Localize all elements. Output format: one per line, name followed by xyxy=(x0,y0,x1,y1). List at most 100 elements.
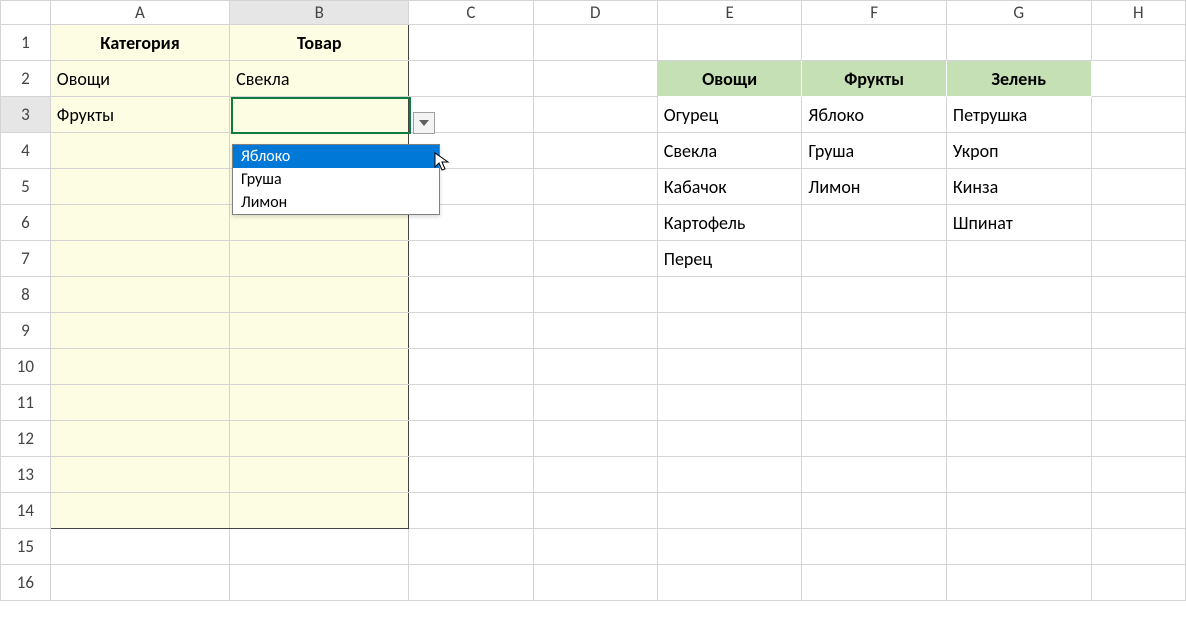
cell-H9[interactable] xyxy=(1091,313,1186,349)
cell-G6[interactable]: Шпинат xyxy=(946,205,1091,241)
cell-H14[interactable] xyxy=(1091,493,1186,529)
cell-A4[interactable] xyxy=(50,133,229,169)
select-all-corner[interactable] xyxy=(1,1,51,25)
cell-A6[interactable] xyxy=(50,205,229,241)
cell-G11[interactable] xyxy=(946,385,1091,421)
row-header-7[interactable]: 7 xyxy=(1,241,51,277)
cell-D8[interactable] xyxy=(533,277,657,313)
column-header-F[interactable]: F xyxy=(802,1,946,25)
row-header-14[interactable]: 14 xyxy=(1,493,51,529)
cell-A15[interactable] xyxy=(50,529,229,565)
cell-E15[interactable] xyxy=(657,529,802,565)
column-header-A[interactable]: A xyxy=(50,1,229,25)
cell-A10[interactable] xyxy=(50,349,229,385)
cell-C1[interactable] xyxy=(409,25,533,61)
cell-F13[interactable] xyxy=(802,457,946,493)
cell-E8[interactable] xyxy=(657,277,802,313)
cell-G16[interactable] xyxy=(946,565,1091,601)
cell-A7[interactable] xyxy=(50,241,229,277)
row-header-11[interactable]: 11 xyxy=(1,385,51,421)
column-header-H[interactable]: H xyxy=(1091,1,1186,25)
cell-D11[interactable] xyxy=(533,385,657,421)
cell-E9[interactable] xyxy=(657,313,802,349)
cell-G9[interactable] xyxy=(946,313,1091,349)
cell-D4[interactable] xyxy=(533,133,657,169)
cell-H6[interactable] xyxy=(1091,205,1186,241)
cell-F8[interactable] xyxy=(802,277,946,313)
cell-E3[interactable]: Огурец xyxy=(657,97,802,133)
column-header-E[interactable]: E xyxy=(657,1,802,25)
cell-A3[interactable]: Фрукты xyxy=(50,97,229,133)
row-header-6[interactable]: 6 xyxy=(1,205,51,241)
cell-D15[interactable] xyxy=(533,529,657,565)
cell-B15[interactable] xyxy=(230,529,409,565)
cell-B16[interactable] xyxy=(230,565,409,601)
cell-D3[interactable] xyxy=(533,97,657,133)
cell-E11[interactable] xyxy=(657,385,802,421)
cell-B12[interactable] xyxy=(230,421,409,457)
cell-D14[interactable] xyxy=(533,493,657,529)
column-header-D[interactable]: D xyxy=(533,1,657,25)
cell-C11[interactable] xyxy=(409,385,533,421)
cell-H12[interactable] xyxy=(1091,421,1186,457)
cell-E14[interactable] xyxy=(657,493,802,529)
cell-E12[interactable] xyxy=(657,421,802,457)
cell-C9[interactable] xyxy=(409,313,533,349)
row-header-2[interactable]: 2 xyxy=(1,61,51,97)
cell-D12[interactable] xyxy=(533,421,657,457)
column-header-B[interactable]: B xyxy=(230,1,409,25)
cell-A1[interactable]: Категория xyxy=(50,25,229,61)
row-header-15[interactable]: 15 xyxy=(1,529,51,565)
cell-C16[interactable] xyxy=(409,565,533,601)
cell-G12[interactable] xyxy=(946,421,1091,457)
cell-H1[interactable] xyxy=(1091,25,1186,61)
cell-D16[interactable] xyxy=(533,565,657,601)
cell-F15[interactable] xyxy=(802,529,946,565)
cell-F14[interactable] xyxy=(802,493,946,529)
cell-H13[interactable] xyxy=(1091,457,1186,493)
cell-A5[interactable] xyxy=(50,169,229,205)
cell-F9[interactable] xyxy=(802,313,946,349)
cell-H3[interactable] xyxy=(1091,97,1186,133)
cell-C13[interactable] xyxy=(409,457,533,493)
cell-C8[interactable] xyxy=(409,277,533,313)
cell-D10[interactable] xyxy=(533,349,657,385)
cell-B11[interactable] xyxy=(230,385,409,421)
dropdown-option[interactable]: Груша xyxy=(233,168,439,191)
cell-G10[interactable] xyxy=(946,349,1091,385)
cell-C15[interactable] xyxy=(409,529,533,565)
cell-H8[interactable] xyxy=(1091,277,1186,313)
cell-E1[interactable] xyxy=(657,25,802,61)
data-validation-dropdown-list[interactable]: ЯблокоГрушаЛимон xyxy=(232,144,440,215)
cell-H11[interactable] xyxy=(1091,385,1186,421)
cell-E5[interactable]: Кабачок xyxy=(657,169,802,205)
cell-E4[interactable]: Свекла xyxy=(657,133,802,169)
row-header-4[interactable]: 4 xyxy=(1,133,51,169)
cell-A8[interactable] xyxy=(50,277,229,313)
cell-D5[interactable] xyxy=(533,169,657,205)
cell-F5[interactable]: Лимон xyxy=(802,169,946,205)
cell-A14[interactable] xyxy=(50,493,229,529)
cell-F12[interactable] xyxy=(802,421,946,457)
cell-E6[interactable]: Картофель xyxy=(657,205,802,241)
cell-A11[interactable] xyxy=(50,385,229,421)
cell-F16[interactable] xyxy=(802,565,946,601)
row-header-10[interactable]: 10 xyxy=(1,349,51,385)
row-header-16[interactable]: 16 xyxy=(1,565,51,601)
cell-B14[interactable] xyxy=(230,493,409,529)
cell-C14[interactable] xyxy=(409,493,533,529)
cell-A9[interactable] xyxy=(50,313,229,349)
cell-A16[interactable] xyxy=(50,565,229,601)
cell-E16[interactable] xyxy=(657,565,802,601)
cell-G2[interactable]: Зелень xyxy=(946,61,1091,97)
cell-B10[interactable] xyxy=(230,349,409,385)
cell-B2[interactable]: Свекла xyxy=(230,61,409,97)
cell-C2[interactable] xyxy=(409,61,533,97)
cell-D9[interactable] xyxy=(533,313,657,349)
cell-G1[interactable] xyxy=(946,25,1091,61)
cell-F11[interactable] xyxy=(802,385,946,421)
data-validation-dropdown-button[interactable] xyxy=(413,112,435,134)
cell-A12[interactable] xyxy=(50,421,229,457)
cell-D1[interactable] xyxy=(533,25,657,61)
dropdown-option[interactable]: Яблоко xyxy=(233,145,439,168)
